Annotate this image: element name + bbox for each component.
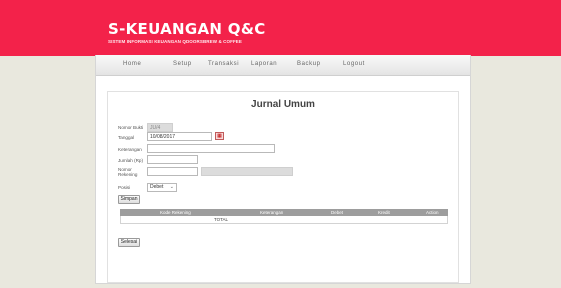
keterangan-label: Keterangan — [118, 147, 142, 152]
keterangan-field[interactable] — [147, 144, 275, 153]
nav-backup[interactable]: Backup — [297, 61, 321, 67]
posisi-selected: Debet — [150, 184, 164, 190]
jurnal-panel: Jurnal Umum Nomor Bukti Tanggal ▦ Ketera… — [107, 91, 459, 283]
col-kode-rekening: Kode Rekening — [160, 210, 191, 215]
page-title: Jurnal Umum — [251, 99, 315, 110]
posisi-select[interactable]: Debet ⌄ — [147, 183, 177, 192]
content-frame: Home Setup Transaksi Laporan Backup Logo… — [95, 55, 471, 284]
nomor-rekening-field[interactable] — [147, 167, 198, 176]
main-nav: Home Setup Transaksi Laporan Backup Logo… — [96, 55, 470, 76]
col-debet: Debet — [331, 210, 344, 215]
col-action: Action — [426, 210, 439, 215]
nav-transaksi[interactable]: Transaksi — [208, 61, 239, 67]
nama-rekening-field — [201, 167, 293, 176]
nav-logout[interactable]: Logout — [343, 61, 365, 67]
app-subtitle: SISTEM INFORMASI KEUANGAN QDOORSBREW & C… — [108, 39, 243, 44]
chevron-down-icon: ⌄ — [169, 184, 174, 190]
nomor-rekening-label-2: Rekening — [118, 172, 138, 177]
posisi-label: Posisi — [118, 185, 131, 190]
jumlah-field[interactable] — [147, 155, 198, 164]
selesai-button[interactable]: Selesai — [118, 238, 140, 247]
nav-home[interactable]: Home — [123, 61, 141, 67]
nav-laporan[interactable]: Laporan — [251, 61, 277, 67]
table-total-row: TOTAL — [120, 216, 448, 224]
col-kredit: Kredit — [378, 210, 390, 215]
tanggal-label: Tanggal — [118, 135, 135, 140]
table-header: Kode Rekening Keterangan Debet Kredit Ac… — [120, 209, 448, 216]
calendar-icon[interactable]: ▦ — [215, 132, 224, 140]
nomor-bukti-field — [147, 123, 173, 132]
app-header: S-KEUANGAN Q&C SISTEM INFORMASI KEUANGAN… — [0, 0, 561, 56]
jumlah-label: Jumlah (Rp) — [118, 158, 144, 163]
nav-setup[interactable]: Setup — [173, 61, 192, 67]
col-keterangan: Keterangan — [260, 210, 284, 215]
nomor-bukti-label: Nomor Bukti — [118, 125, 144, 130]
tanggal-field[interactable] — [147, 132, 212, 141]
app-title: S-KEUANGAN Q&C — [108, 20, 266, 38]
simpan-button[interactable]: Simpan — [118, 195, 140, 204]
total-label: TOTAL — [213, 217, 229, 222]
